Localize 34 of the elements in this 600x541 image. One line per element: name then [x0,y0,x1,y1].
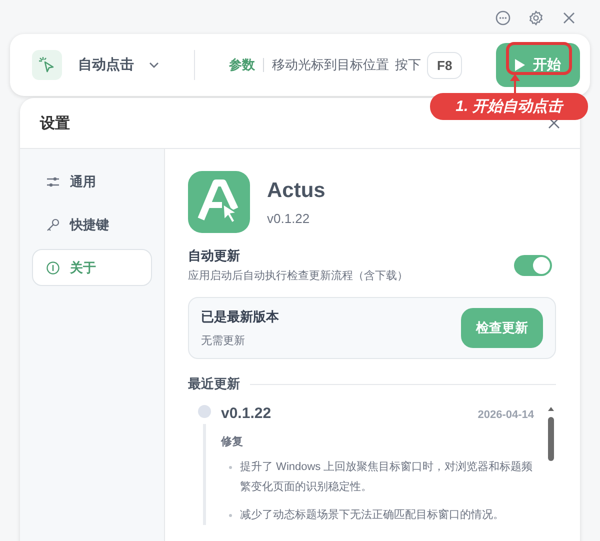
cursor-click-icon[interactable] [32,50,62,80]
settings-title: 设置 [40,114,70,132]
press-label: 按下 [395,56,421,74]
close-icon[interactable] [548,117,560,129]
leader-line [508,74,522,94]
changelog-item: 提升了 Windows 上回放聚焦目标窗口时，对浏览器和标题频繁变化页面的识别稳定性。 [240,460,534,495]
highlight-outline [506,42,572,75]
hotkey-badge[interactable]: F8 [427,52,462,78]
status-subtitle: 无需更新 [201,334,246,348]
section-label: 修复 [221,435,244,449]
timeline-dot [198,405,211,418]
status-title: 已是最新版本 [201,308,279,326]
app-logo-icon [188,171,250,233]
play-icon [515,59,525,71]
sidebar-item[interactable]: 快捷键 [32,206,152,243]
sidebar-item[interactable]: 通用 [32,163,152,200]
mode-label[interactable]: 自动点击 [78,56,134,74]
app-name: Actus [267,178,326,202]
auto-update-toggle[interactable] [514,254,552,276]
key-icon [46,218,60,232]
auto-update-description: 应用启动后自动执行检查更新流程（含下载） [188,268,408,283]
entry-date: 2026-04-14 [478,409,534,421]
annotation-callout: 1. 开始自动点击 [430,93,588,120]
close-icon[interactable] [561,10,577,26]
auto-update-label: 自动更新 [188,247,241,265]
info-icon [46,260,60,274]
entry-version: v0.1.22 [221,405,272,422]
app-version: v0.1.22 [267,210,311,226]
recent-updates-heading: 最近更新 [188,375,240,393]
sliders-icon [46,174,60,188]
chat-icon[interactable] [495,10,511,26]
settings-icon[interactable] [528,10,544,26]
changelog-item: 减少了动态标题场景下无法正确匹配目标窗口的情况。 [240,508,504,523]
hint-text: 移动光标到目标位置 [272,56,389,74]
